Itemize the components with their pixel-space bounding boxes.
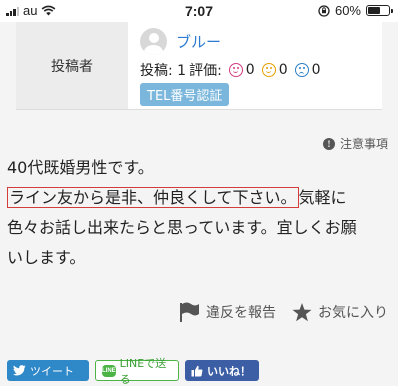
neutral-count: 0 <box>278 62 288 78</box>
orientation-lock-icon <box>318 4 330 17</box>
like-label: いいね！ <box>207 364 251 378</box>
good-face-icon <box>228 63 243 77</box>
favorite-button[interactable]: お気に入り <box>292 302 388 322</box>
report-label: 違反を報告 <box>206 305 276 321</box>
poster-name-link[interactable]: ブルー <box>176 31 221 52</box>
status-right: 60% <box>318 3 393 18</box>
tweet-label: ツイート <box>30 364 74 378</box>
battery-percent: 60% <box>334 3 361 18</box>
poster-ratings: 投稿: 1 評価: 0 0 0 <box>140 60 321 80</box>
highlighted-text: ライン友から是非、仲良くして下さい。 <box>7 187 299 208</box>
notice-label: 注意事項 <box>339 137 388 151</box>
tel-verified-badge: TEL番号認証 <box>140 83 230 106</box>
flag-icon <box>180 302 199 322</box>
report-button[interactable]: 違反を報告 <box>178 302 276 322</box>
message-line-3: 色々お話し出来たらと思っています。宜しくお願 <box>7 218 357 237</box>
poster-info: ブルー 投稿: 1 評価: 0 0 0 TEL番号認証 <box>128 22 382 109</box>
avatar <box>140 28 167 55</box>
status-bar: au 7:07 60% <box>0 0 398 22</box>
poster-label: 投稿者 <box>16 22 128 109</box>
message-line-2: ライン友から是非、仲良くして下さい。 気軽に <box>7 183 393 213</box>
star-icon <box>292 302 312 321</box>
battery-icon <box>366 5 393 16</box>
share-buttons: ツイート LINE LINEで送る いいね！ <box>7 357 259 386</box>
poster-table: 投稿者 ブルー 投稿: 1 評価: 0 0 0 TEL番号認証 <box>16 22 382 110</box>
notice-link[interactable]: ! 注意事項 <box>322 135 388 152</box>
message-line-1: 40代既婚男性です。 <box>7 158 154 177</box>
message-line-4: いします。 <box>7 248 86 267</box>
neutral-face-icon <box>261 63 276 77</box>
favorite-label: お気に入り <box>318 305 388 321</box>
line-share-button[interactable]: LINE LINEで送る <box>95 357 179 386</box>
twitter-bird-icon <box>13 365 26 376</box>
message-line-2-rest: 気軽に <box>298 188 347 207</box>
bad-count: 0 <box>311 62 321 78</box>
message-body: 40代既婚男性です。 ライン友から是非、仲良くして下さい。 気軽に 色々お話し出来… <box>7 153 393 273</box>
good-count: 0 <box>245 62 255 78</box>
bad-face-icon <box>294 63 309 77</box>
rating-label: 評価: <box>189 63 222 79</box>
facebook-like-button[interactable]: いいね！ <box>185 360 259 381</box>
thumbs-up-icon <box>191 365 203 376</box>
info-icon: ! <box>322 137 335 150</box>
line-logo-icon: LINE <box>102 364 116 377</box>
posts-count: 投稿: 1 <box>140 63 187 79</box>
tweet-button[interactable]: ツイート <box>7 360 89 381</box>
line-share-label: LINEで送る <box>119 356 167 386</box>
post-actions: 違反を報告 お気に入り <box>178 302 388 322</box>
